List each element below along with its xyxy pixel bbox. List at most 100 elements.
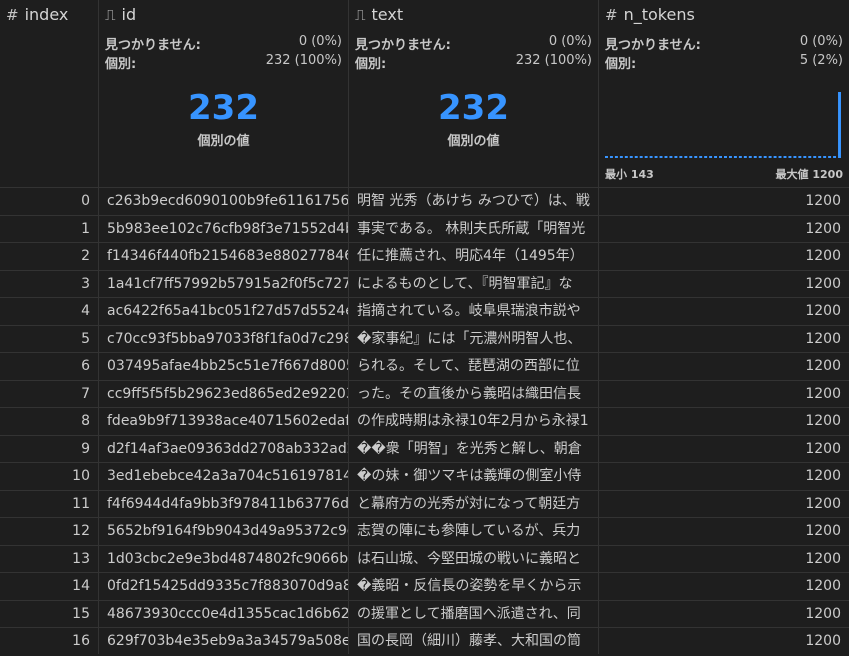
id-cell[interactable]: c70cc93f5bba97033f8f1fa0d7c29854 <box>107 326 348 354</box>
id-cell[interactable]: ac6422f65a41bc051f27d57d5524e26 <box>107 298 348 326</box>
histogram-bar[interactable] <box>644 156 648 158</box>
table-row[interactable]: 15 48673930ccc0e4d1355cac1d6b62ead の援軍として播… <box>0 599 849 629</box>
id-cell[interactable]: 1d03cbc2e9e3bd4874802fc9066b360 <box>107 546 348 574</box>
row-index-cell[interactable]: 0 <box>0 188 90 216</box>
row-index-cell[interactable]: 2 <box>0 243 90 271</box>
histogram-bar[interactable] <box>808 156 812 158</box>
text-cell[interactable]: 任に推薦され、明応4年（1495年） <box>357 243 598 271</box>
histogram-bar[interactable] <box>793 156 797 158</box>
histogram-bar[interactable] <box>699 156 703 158</box>
n-tokens-cell[interactable]: 1200 <box>599 216 841 244</box>
n-tokens-cell[interactable]: 1200 <box>599 271 841 299</box>
row-index-cell[interactable]: 6 <box>0 353 90 381</box>
histogram-bar[interactable] <box>694 156 698 158</box>
text-cell[interactable]: 事実である。 林則夫氏所蔵「明智光 <box>357 216 598 244</box>
id-cell[interactable]: 1a41cf7ff57992b57915a2f0f5c727dd <box>107 271 348 299</box>
column-header-index[interactable]: # index <box>0 0 98 187</box>
table-row[interactable]: 5 c70cc93f5bba97033f8f1fa0d7c29854 �家事紀』には… <box>0 324 849 354</box>
row-index-cell[interactable]: 12 <box>0 518 90 546</box>
row-index-cell[interactable]: 1 <box>0 216 90 244</box>
id-cell[interactable]: 3ed1ebebce42a3a704c516197814653 <box>107 463 348 491</box>
row-index-cell[interactable]: 16 <box>0 628 90 656</box>
text-cell[interactable]: の援軍として播磨国へ派遣され、同 <box>357 601 598 629</box>
histogram-bar[interactable] <box>724 156 727 158</box>
row-index-cell[interactable]: 14 <box>0 573 90 601</box>
id-cell[interactable]: 0fd2f15425dd9335c7f883070d9a8ea <box>107 573 348 601</box>
row-index-cell[interactable]: 7 <box>0 381 90 409</box>
table-row[interactable]: 4 ac6422f65a41bc051f27d57d5524e26 指摘されている。… <box>0 297 849 325</box>
column-header-text[interactable]: ⎍ text 見つかりません: 0 (0%) 個別: 232 (100%) 232… <box>349 0 598 187</box>
id-cell[interactable]: c263b9ecd6090100b9fe61161756d84 <box>107 188 348 216</box>
histogram-bar[interactable] <box>818 156 822 158</box>
histogram-bar[interactable] <box>689 156 693 158</box>
table-row[interactable]: 16 629f703b4e35eb9a3a34579a508e7b4 国の長岡（細川… <box>0 627 849 655</box>
table-row[interactable]: 12 5652bf9164f9b9043d49a95372c9ccb 志賀の陣にも参… <box>0 517 849 545</box>
histogram-bar[interactable] <box>605 156 608 158</box>
histogram-bar[interactable] <box>748 156 752 158</box>
id-cell[interactable]: f4f6944d4fa9bb3f978411b63776d75 <box>107 491 348 519</box>
text-cell[interactable]: られる。そして、琵琶湖の西部に位 <box>357 353 598 381</box>
id-cell[interactable]: f14346f440fb2154683e880277846f04 <box>107 243 348 271</box>
histogram-bar[interactable] <box>788 156 792 158</box>
table-row[interactable]: 14 0fd2f15425dd9335c7f883070d9a8ea �義昭・反信長… <box>0 572 849 600</box>
n-tokens-cell[interactable]: 1200 <box>599 573 841 601</box>
n-tokens-cell[interactable]: 1200 <box>599 463 841 491</box>
histogram-bar[interactable] <box>674 156 678 158</box>
histogram-bar[interactable] <box>823 156 827 158</box>
table-row[interactable]: 3 1a41cf7ff57992b57915a2f0f5c727dd によるものとし… <box>0 269 849 299</box>
text-cell[interactable]: の作成時期は永禄10年2月から永禄1 <box>357 408 598 436</box>
histogram-bar[interactable] <box>634 156 638 158</box>
id-cell[interactable]: 5652bf9164f9b9043d49a95372c9ccb <box>107 518 348 546</box>
table-row[interactable]: 10 3ed1ebebce42a3a704c516197814653 �の妹・御ツマ… <box>0 462 849 490</box>
row-index-cell[interactable]: 15 <box>0 601 90 629</box>
text-cell[interactable]: 明智 光秀（あけち みつひで）は、戦 <box>357 188 598 216</box>
text-cell[interactable]: と幕府方の光秀が対になって朝廷方 <box>357 491 598 519</box>
text-cell[interactable]: によるものとして、『明智軍記』な <box>357 271 598 299</box>
histogram-bar[interactable] <box>763 156 767 158</box>
histogram-bar[interactable] <box>664 156 668 158</box>
text-cell[interactable]: 指摘されている。岐阜県瑞浪市説や <box>357 298 598 326</box>
histogram-bar[interactable] <box>704 156 708 158</box>
histogram-bar[interactable] <box>719 156 722 158</box>
histogram-bar[interactable] <box>753 156 757 158</box>
table-row[interactable]: 9 d2f14af3ae09363dd2708ab332ad285 ��衆「明智」を… <box>0 434 849 464</box>
n-tokens-cell[interactable]: 1200 <box>599 298 841 326</box>
n-tokens-cell[interactable]: 1200 <box>599 491 841 519</box>
id-cell[interactable]: 629f703b4e35eb9a3a34579a508e7b4 <box>107 628 348 656</box>
histogram-bar[interactable] <box>709 156 713 158</box>
id-cell[interactable]: d2f14af3ae09363dd2708ab332ad285 <box>107 436 348 464</box>
row-index-cell[interactable]: 5 <box>0 326 90 354</box>
n-tokens-cell[interactable]: 1200 <box>599 381 841 409</box>
histogram-bar[interactable] <box>669 156 673 158</box>
histogram-bar[interactable] <box>624 156 628 158</box>
histogram-bar[interactable] <box>629 156 633 158</box>
histogram-bar[interactable] <box>778 156 782 158</box>
histogram-bar[interactable] <box>659 156 663 158</box>
n-tokens-cell[interactable]: 1200 <box>599 518 841 546</box>
n-tokens-cell[interactable]: 1200 <box>599 243 841 271</box>
text-cell[interactable]: �家事紀』には「元濃州明智人也、 <box>357 326 598 354</box>
id-cell[interactable]: 48673930ccc0e4d1355cac1d6b62ead <box>107 601 348 629</box>
n-tokens-cell[interactable]: 1200 <box>599 408 841 436</box>
row-index-cell[interactable]: 8 <box>0 408 90 436</box>
table-row[interactable]: 2 f14346f440fb2154683e880277846f04 任に推薦され、… <box>0 242 849 270</box>
table-row[interactable]: 13 1d03cbc2e9e3bd4874802fc9066b360 は石山城、今堅… <box>0 544 849 574</box>
text-cell[interactable]: ��衆「明智」を光秀と解し、朝倉 <box>357 436 598 464</box>
histogram-bar[interactable] <box>783 156 787 158</box>
text-cell[interactable]: �の妹・御ツマキは義輝の側室小侍 <box>357 463 598 491</box>
n-tokens-cell[interactable]: 1200 <box>599 326 841 354</box>
row-index-cell[interactable]: 3 <box>0 271 90 299</box>
histogram-bar[interactable] <box>803 156 807 158</box>
histogram-bar[interactable] <box>768 156 772 158</box>
table-row[interactable]: 8 fdea9b9f713938ace40715602edaf67a の作成時期は永… <box>0 407 849 435</box>
histogram-bar[interactable] <box>609 156 613 158</box>
table-row[interactable]: 0 c263b9ecd6090100b9fe61161756d84 明智 光秀（あけ… <box>0 187 849 215</box>
histogram-bar[interactable] <box>798 156 802 158</box>
id-cell[interactable]: 5b983ee102c76cfb98f3e71552d4b2e <box>107 216 348 244</box>
histogram-bar[interactable] <box>654 156 658 158</box>
histogram-bar[interactable] <box>619 156 623 158</box>
histogram-bar[interactable] <box>743 156 747 158</box>
row-index-cell[interactable]: 11 <box>0 491 90 519</box>
histogram-bar[interactable] <box>614 156 618 158</box>
histogram-bar[interactable] <box>838 92 841 158</box>
